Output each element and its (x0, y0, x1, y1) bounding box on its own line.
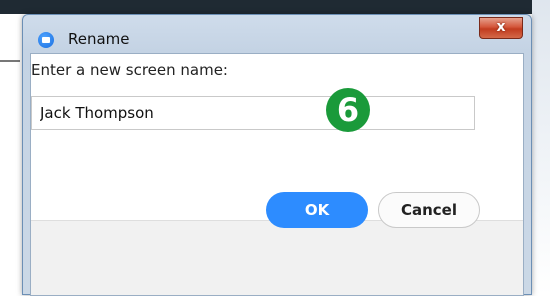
dialog-titlebar[interactable]: Rename x (23, 15, 531, 53)
screen-name-input[interactable] (31, 96, 475, 130)
close-icon: x (496, 19, 506, 35)
screen-name-prompt: Enter a new screen name: (31, 61, 228, 79)
background-app-bar (0, 0, 550, 14)
ok-button[interactable]: OK (266, 192, 368, 228)
step-number-badge: 6 (326, 88, 370, 132)
zoom-camera-icon (38, 32, 54, 48)
background-left-edge (0, 14, 22, 295)
rename-dialog-window: Rename x (22, 14, 532, 296)
background-divider (0, 60, 20, 62)
close-button[interactable]: x (479, 17, 523, 39)
cancel-button[interactable]: Cancel (378, 192, 480, 228)
dialog-content (30, 53, 524, 296)
background-right-edge (532, 0, 550, 295)
dialog-title: Rename (68, 30, 130, 48)
dialog-footer (31, 220, 523, 295)
